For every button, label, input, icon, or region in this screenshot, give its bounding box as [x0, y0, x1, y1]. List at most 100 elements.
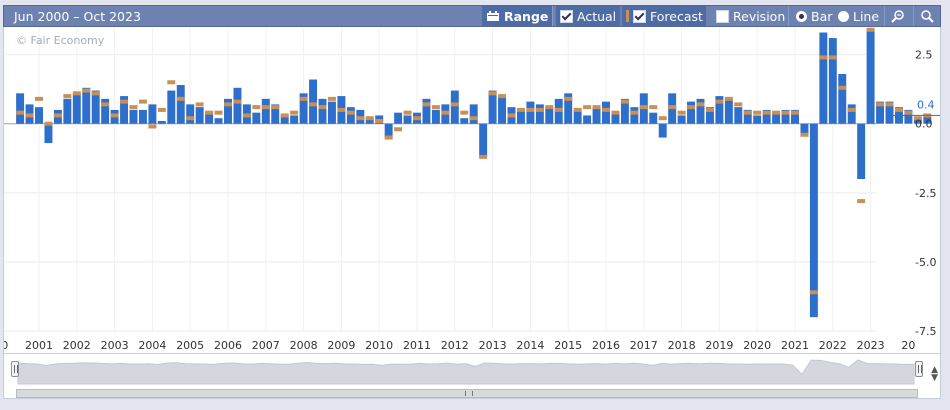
forecast-marker — [507, 113, 516, 118]
forecast-marker — [724, 96, 733, 101]
actual-bar — [583, 115, 592, 124]
x-tick-label: 2012 — [441, 339, 469, 352]
actual-bar — [431, 109, 440, 124]
navigator-scrollbar[interactable] — [16, 389, 918, 398]
forecast-marker — [271, 105, 280, 110]
forecast-marker — [677, 110, 686, 115]
toolbar-divider — [788, 6, 789, 26]
forecast-marker — [63, 94, 72, 99]
actual-bar — [460, 118, 469, 124]
forecast-marker — [356, 116, 365, 121]
actual-bar — [394, 112, 403, 124]
scroll-arrows-icon[interactable]: ▲ ▼ — [931, 366, 938, 383]
forecast-marker — [715, 99, 724, 104]
x-tick-label: 2013 — [479, 339, 507, 352]
actual-bar — [318, 98, 327, 124]
y-tick-label: -7.5 — [915, 325, 936, 337]
navigator-left-handle[interactable] — [11, 361, 19, 377]
navigator-right-handle[interactable] — [915, 361, 923, 377]
line-mode-label: Line — [853, 8, 880, 24]
toolbar-divider — [913, 6, 914, 26]
forecast-marker — [611, 110, 620, 115]
range-button[interactable]: Range — [482, 6, 552, 26]
forecast-toggle-label: Forecast — [650, 8, 703, 24]
line-mode-option[interactable]: Line — [834, 6, 884, 26]
actual-bar — [44, 123, 53, 144]
revision-checkbox[interactable] — [716, 9, 729, 23]
actual-bar — [186, 104, 195, 124]
forecast-marker — [488, 91, 497, 96]
forecast-marker — [195, 102, 204, 107]
actual-bar — [857, 123, 866, 179]
forecast-marker — [422, 102, 431, 107]
actual-bar — [866, 29, 875, 124]
forecast-marker — [696, 102, 705, 107]
scrollbar-grip[interactable] — [465, 391, 473, 396]
navigator-series — [17, 359, 915, 385]
x-tick-label: 2003 — [101, 339, 129, 352]
x-tick-label: 2023 — [857, 339, 885, 352]
forecast-marker — [885, 102, 894, 107]
x-tick-label: 2005 — [176, 339, 204, 352]
x-tick-label: 00 — [4, 339, 8, 352]
forecast-marker — [186, 116, 195, 121]
actual-toggle[interactable]: Actual — [556, 6, 620, 26]
x-tick-label: 2019 — [705, 339, 733, 352]
forecast-marker — [375, 118, 384, 123]
actual-bar — [809, 123, 818, 318]
forecast-marker — [242, 113, 251, 118]
forecast-marker — [205, 110, 214, 115]
forecast-marker — [450, 102, 459, 107]
actual-bar — [252, 112, 261, 124]
zoom-reset-button[interactable] — [887, 6, 913, 26]
forecast-marker — [413, 116, 421, 121]
forecast-marker — [280, 113, 289, 118]
actual-bar — [16, 93, 25, 124]
forecast-marker — [800, 132, 809, 137]
plot-area: 2.5 0.0 -2.5 -5.0 -7.5 0.4 © Fair Economy — [3, 27, 941, 337]
bar-mode-option[interactable]: Bar — [792, 6, 836, 26]
actual-bar — [819, 32, 828, 124]
forecast-marker — [857, 199, 866, 204]
forecast-marker — [762, 110, 771, 115]
forecast-marker — [847, 107, 856, 112]
forecast-marker — [327, 96, 336, 101]
bar-radio[interactable] — [796, 10, 807, 22]
forecast-marker — [299, 96, 308, 101]
actual-bar — [167, 90, 176, 124]
forecast-marker — [516, 107, 525, 112]
forecast-marker — [630, 110, 639, 115]
forecast-marker — [431, 105, 440, 110]
forecast-marker — [592, 105, 601, 110]
forecast-marker — [734, 102, 743, 107]
range-button-label: Range — [504, 8, 549, 24]
actual-bar — [35, 107, 43, 124]
actual-bar — [346, 107, 355, 124]
x-tick-label: 2007 — [252, 339, 280, 352]
actual-bar — [649, 112, 658, 124]
forecast-marker — [167, 80, 176, 85]
revision-toggle[interactable]: Revision — [710, 6, 788, 26]
forecast-marker — [16, 110, 25, 115]
actual-checkbox[interactable] — [560, 9, 573, 23]
forecast-markers — [16, 27, 932, 295]
zoom-button[interactable] — [916, 6, 940, 26]
x-tick-label: 2008 — [290, 339, 318, 352]
navigator[interactable]: ▲ ▼ — [3, 353, 941, 399]
actual-bar — [214, 118, 223, 124]
forecast-marker — [658, 116, 667, 121]
y-tick-label: 0.0 — [915, 118, 933, 131]
forecast-marker — [82, 88, 91, 93]
forecast-checkbox[interactable] — [633, 9, 646, 23]
forecast-marker — [469, 116, 478, 121]
x-tick-label: 20 — [901, 339, 915, 352]
forecast-marker — [214, 110, 223, 115]
x-tick-label: 2006 — [214, 339, 242, 352]
forecast-marker — [318, 105, 327, 110]
line-radio[interactable] — [838, 10, 849, 22]
forecast-toggle[interactable]: Forecast — [622, 6, 706, 26]
forecast-marker — [120, 99, 129, 104]
forecast-marker — [261, 105, 270, 110]
actual-bar — [129, 109, 138, 124]
forecast-marker — [346, 110, 355, 115]
